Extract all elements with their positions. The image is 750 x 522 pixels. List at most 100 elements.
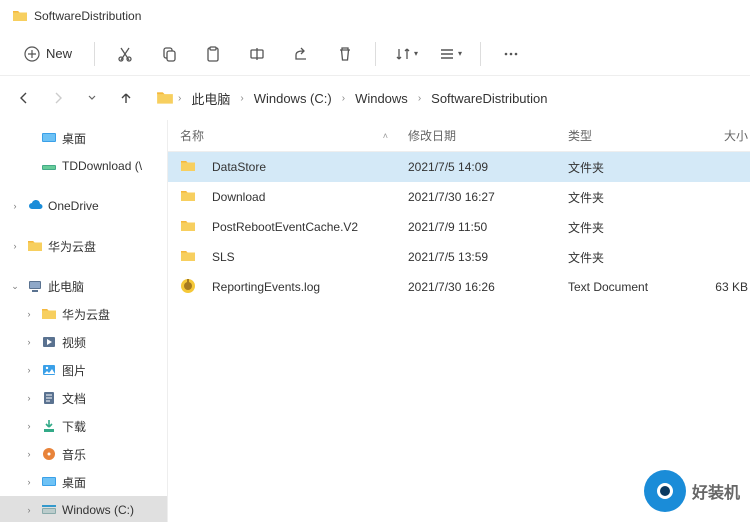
sidebar-item-label: 音乐 — [62, 446, 86, 463]
file-name: DataStore — [212, 160, 266, 174]
sidebar-item[interactable]: ›下载 — [0, 412, 167, 440]
sidebar-item-label: OneDrive — [48, 199, 99, 213]
delete-button[interactable] — [325, 36, 365, 72]
sidebar-item-label: 图片 — [62, 362, 86, 379]
chevron-icon[interactable]: › — [22, 393, 36, 403]
sidebar-item[interactable]: TDDownload (\ — [0, 152, 167, 180]
file-type: Text Document — [568, 280, 688, 294]
window-title: SoftwareDistribution — [34, 9, 141, 23]
up-button[interactable] — [110, 82, 142, 114]
file-name: SLS — [212, 250, 235, 264]
column-type[interactable]: 类型 — [568, 127, 688, 144]
sidebar-item-label: 华为云盘 — [62, 306, 110, 323]
folder-icon — [26, 237, 44, 255]
sidebar-item-label: TDDownload (\ — [62, 159, 142, 173]
watermark-text: 好装机 — [692, 479, 740, 503]
separator — [375, 42, 376, 66]
share-button[interactable] — [281, 36, 321, 72]
sidebar-item[interactable]: › 文档 — [0, 384, 167, 412]
sidebar[interactable]: 桌面 TDDownload (\ › OneDrive › 华为云盘 ⌄ 此电脑 › 华为云盘 ›视… — [0, 120, 168, 522]
drive-icon — [40, 501, 58, 519]
breadcrumb-item[interactable]: Windows (C:) — [248, 87, 338, 110]
rename-button[interactable] — [237, 36, 277, 72]
column-date[interactable]: 修改日期 — [408, 127, 568, 144]
log-icon — [180, 278, 198, 296]
file-row[interactable]: SLS2021/7/5 13:59文件夹 — [168, 242, 750, 272]
nav-row: › 此电脑 › Windows (C:) › Windows › Softwar… — [0, 76, 750, 120]
chevron-icon[interactable]: › — [22, 449, 36, 459]
chevron-icon[interactable]: › — [22, 309, 36, 319]
sidebar-item[interactable]: › 华为云盘 — [0, 300, 167, 328]
file-name: Download — [212, 190, 265, 204]
pc-icon — [26, 277, 44, 295]
recent-dropdown[interactable] — [76, 82, 108, 114]
forward-button[interactable] — [42, 82, 74, 114]
breadcrumb-item[interactable]: Windows — [349, 87, 414, 110]
chevron-right-icon: › — [342, 93, 345, 104]
music-icon — [40, 445, 58, 463]
video-icon — [40, 333, 58, 351]
sidebar-item-label: 此电脑 — [48, 278, 84, 295]
more-button[interactable] — [491, 36, 531, 72]
sidebar-item[interactable]: › 音乐 — [0, 440, 167, 468]
downloads-icon — [40, 417, 58, 435]
column-name[interactable]: 名称˄ — [168, 127, 408, 144]
watermark: 好装机 — [644, 470, 740, 512]
sidebar-item[interactable]: ›视频 — [0, 328, 167, 356]
sidebar-item-label: 桌面 — [62, 130, 86, 147]
sidebar-item[interactable]: 桌面 — [0, 124, 167, 152]
new-button[interactable]: New — [12, 36, 84, 72]
chevron-icon[interactable]: ⌄ — [8, 281, 22, 292]
chevron-icon[interactable]: › — [22, 337, 36, 347]
sidebar-item[interactable]: › 图片 — [0, 356, 167, 384]
sidebar-item-label: 华为云盘 — [48, 238, 96, 255]
folder-icon — [180, 158, 198, 176]
sidebar-item[interactable]: ›桌面 — [0, 468, 167, 496]
netdrive-icon — [40, 157, 58, 175]
file-row[interactable]: ReportingEvents.log2021/7/30 16:26Text D… — [168, 272, 750, 302]
main: 桌面 TDDownload (\ › OneDrive › 华为云盘 ⌄ 此电脑 › 华为云盘 ›视… — [0, 120, 750, 522]
chevron-right-icon: › — [418, 93, 421, 104]
file-date: 2021/7/5 14:09 — [408, 160, 568, 174]
paste-button[interactable] — [193, 36, 233, 72]
file-size: 63 KB — [688, 280, 748, 294]
cut-button[interactable] — [105, 36, 145, 72]
folder-icon — [40, 305, 58, 323]
chevron-icon[interactable]: › — [22, 365, 36, 375]
copy-button[interactable] — [149, 36, 189, 72]
breadcrumb-item[interactable]: SoftwareDistribution — [425, 87, 553, 110]
breadcrumb-item[interactable]: 此电脑 — [185, 85, 236, 112]
file-row[interactable]: PostRebootEventCache.V22021/7/9 11:50文件夹 — [168, 212, 750, 242]
file-type: 文件夹 — [568, 159, 688, 176]
chevron-icon[interactable]: › — [8, 201, 22, 211]
column-headers: 名称˄ 修改日期 类型 大小 — [168, 120, 750, 152]
file-type: 文件夹 — [568, 189, 688, 206]
chevron-icon[interactable]: › — [22, 477, 36, 487]
cloud-icon — [26, 197, 44, 215]
sort-button[interactable]: ▾ — [386, 36, 426, 72]
file-row[interactable]: DataStore 2021/7/5 14:09文件夹 — [168, 152, 750, 182]
sidebar-item[interactable]: › OneDrive — [0, 192, 167, 220]
separator — [94, 42, 95, 66]
sidebar-item[interactable]: › 华为云盘 — [0, 232, 167, 260]
toolbar: New ▾ ▾ — [0, 32, 750, 76]
file-date: 2021/7/5 13:59 — [408, 250, 568, 264]
file-row[interactable]: Download2021/7/30 16:27文件夹 — [168, 182, 750, 212]
chevron-icon[interactable]: › — [8, 241, 22, 251]
column-size[interactable]: 大小 — [688, 127, 748, 144]
pictures-icon — [40, 361, 58, 379]
sidebar-item-label: 文档 — [62, 390, 86, 407]
folder-icon — [180, 218, 198, 236]
view-button[interactable]: ▾ — [430, 36, 470, 72]
folder-icon — [180, 248, 198, 266]
sidebar-item[interactable]: ›Windows (C:) — [0, 496, 167, 522]
file-list: DataStore2021/7/5 14:09文件夹Download2021/7… — [168, 152, 750, 302]
chevron-right-icon: › — [178, 93, 181, 104]
new-label: New — [46, 46, 72, 61]
desktop-icon — [40, 473, 58, 491]
chevron-icon[interactable]: › — [22, 505, 36, 515]
sidebar-item[interactable]: ⌄ 此电脑 — [0, 272, 167, 300]
back-button[interactable] — [8, 82, 40, 114]
folder-icon — [180, 188, 198, 206]
chevron-icon[interactable]: › — [22, 421, 36, 431]
